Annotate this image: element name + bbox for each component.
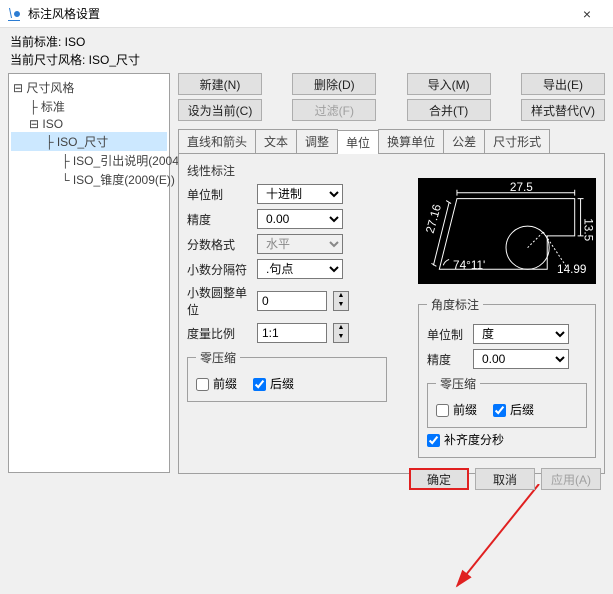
unit-system-select[interactable]: 十进制 <box>257 184 343 204</box>
decimal-sep-label: 小数分隔符 <box>187 261 251 278</box>
angle-group: 角度标注 单位制度 精度 0.00 零压缩 前缀 后缀 补齐度分秒 <box>418 296 596 458</box>
annotation-arrow <box>449 484 549 594</box>
round-unit-input[interactable] <box>257 291 327 311</box>
cancel-button[interactable]: 取消 <box>475 468 535 490</box>
import-button[interactable]: 导入(M) <box>407 73 491 95</box>
svg-text:27.5: 27.5 <box>510 181 533 194</box>
decimal-sep-select[interactable]: .句点 <box>257 259 343 279</box>
angle-suffix-label[interactable]: 后缀 <box>493 401 534 418</box>
angle-prefix-label[interactable]: 前缀 <box>436 401 477 418</box>
pad-dms-label[interactable]: 补齐度分秒 <box>427 431 504 448</box>
apply-button[interactable]: 应用(A) <box>541 468 601 490</box>
tree-iso[interactable]: ⊟ ISO <box>11 116 167 132</box>
tree-iso-leader[interactable]: ├ ISO_引出说明(2004(E)) <box>11 151 167 170</box>
filter-button[interactable]: 过滤(F) <box>292 99 376 121</box>
tab-text[interactable]: 文本 <box>255 129 297 153</box>
tab-dim-form[interactable]: 尺寸形式 <box>484 129 550 153</box>
style-replace-button[interactable]: 样式替代(V) <box>521 99 605 121</box>
close-button[interactable]: × <box>567 6 607 22</box>
app-icon <box>6 6 22 22</box>
angle-unit-label: 单位制 <box>427 326 467 343</box>
tree-iso-taper[interactable]: └ ISO_锥度(2009(E)) <box>11 170 167 189</box>
suffix-check-label[interactable]: 后缀 <box>253 375 294 392</box>
angle-unit-select[interactable]: 度 <box>473 324 569 344</box>
angle-legend: 角度标注 <box>427 296 483 313</box>
precision-select[interactable]: 0.00 <box>257 209 343 229</box>
linear-label: 线性标注 <box>187 162 596 179</box>
current-standard: 当前标准: ISO <box>10 33 603 50</box>
tab-tolerance[interactable]: 公差 <box>443 129 485 153</box>
pad-dms-checkbox[interactable] <box>427 434 440 447</box>
svg-text:27.16: 27.16 <box>424 202 444 234</box>
scale-input[interactable] <box>257 323 327 343</box>
tab-units[interactable]: 单位 <box>337 130 379 154</box>
angle-suffix-checkbox[interactable] <box>493 404 506 417</box>
suffix-checkbox[interactable] <box>253 378 266 391</box>
tab-alt-units[interactable]: 换算单位 <box>378 129 444 153</box>
set-current-button[interactable]: 设为当前(C) <box>178 99 262 121</box>
angle-prefix-checkbox[interactable] <box>436 404 449 417</box>
angle-zero-legend: 零压缩 <box>436 375 480 392</box>
prefix-check-label[interactable]: 前缀 <box>196 375 237 392</box>
fraction-format-select: 水平 <box>257 234 343 254</box>
scale-spinner[interactable]: ▲▼ <box>333 323 349 343</box>
export-button[interactable]: 导出(E) <box>521 73 605 95</box>
zero-suppress-legend: 零压缩 <box>196 349 240 366</box>
tab-lines-arrows[interactable]: 直线和箭头 <box>178 129 256 153</box>
tab-fit[interactable]: 调整 <box>296 129 338 153</box>
window-title: 标注风格设置 <box>28 5 567 22</box>
tabs: 直线和箭头 文本 调整 单位 换算单位 公差 尺寸形式 <box>178 129 605 154</box>
preview-image: 27.5 13.5 27.16 74°11' 14.99 <box>418 178 596 284</box>
svg-text:14.99: 14.99 <box>557 263 586 276</box>
svg-text:74°11': 74°11' <box>453 259 485 272</box>
delete-button[interactable]: 删除(D) <box>292 73 376 95</box>
zero-suppress-linear: 零压缩 前缀 后缀 <box>187 349 387 402</box>
fraction-format-label: 分数格式 <box>187 236 251 253</box>
dialog-footer: 确定 取消 应用(A) <box>409 468 601 490</box>
zero-suppress-angle: 零压缩 前缀 后缀 <box>427 375 587 428</box>
new-button[interactable]: 新建(N) <box>178 73 262 95</box>
style-tree[interactable]: ⊟ 尺寸风格 ├ 标准 ⊟ ISO ├ ISO_尺寸 ├ ISO_引出说明(20… <box>8 73 170 473</box>
angle-precision-select[interactable]: 0.00 <box>473 349 569 369</box>
ok-button[interactable]: 确定 <box>409 468 469 490</box>
precision-label: 精度 <box>187 211 251 228</box>
angle-precision-label: 精度 <box>427 351 467 368</box>
round-unit-label: 小数圆整单位 <box>187 284 251 318</box>
info-area: 当前标准: ISO 当前尺寸风格: ISO_尺寸 <box>0 28 613 73</box>
round-spinner[interactable]: ▲▼ <box>333 291 349 311</box>
units-panel: 线性标注 单位制十进制 精度0.00 分数格式水平 小数分隔符.句点 小数圆整单… <box>178 154 605 474</box>
tree-root[interactable]: ⊟ 尺寸风格 <box>11 78 167 97</box>
titlebar: 标注风格设置 × <box>0 0 613 28</box>
svg-text:13.5: 13.5 <box>582 218 595 241</box>
tree-std[interactable]: ├ 标准 <box>11 97 167 116</box>
unit-system-label: 单位制 <box>187 186 251 203</box>
current-dimstyle: 当前尺寸风格: ISO_尺寸 <box>10 51 603 68</box>
merge-button[interactable]: 合并(T) <box>407 99 491 121</box>
tree-iso-dim[interactable]: ├ ISO_尺寸 <box>11 132 167 151</box>
scale-label: 度量比例 <box>187 325 251 342</box>
prefix-checkbox[interactable] <box>196 378 209 391</box>
